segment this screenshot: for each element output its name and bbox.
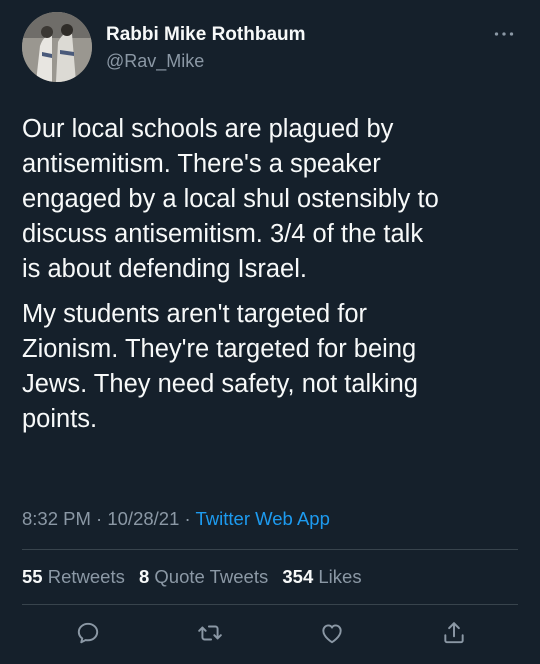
tweet-paragraph: Our local schools are plagued by antisem… [22,115,439,283]
tweet-stats: 55 Retweets 8 Quote Tweets 354 Likes [22,566,362,588]
author-handle[interactable]: @Rav_Mike [106,51,204,72]
meta-separator: · [96,508,103,529]
likes-stat[interactable]: 354 Likes [282,566,361,587]
more-dots-icon [494,32,514,36]
reply-icon [77,622,99,644]
more-options-button[interactable] [488,22,520,46]
tweet-paragraph: My students aren't targeted for Zionism.… [22,300,418,433]
tweet-source-link[interactable]: Twitter Web App [196,508,330,529]
quotes-label: Quote Tweets [154,566,269,587]
retweets-count: 55 [22,566,43,587]
avatar[interactable] [22,12,92,82]
action-bar [0,615,540,655]
tweet-date[interactable]: 10/28/21 [107,508,179,529]
meta-separator: · [184,508,191,529]
likes-count: 354 [282,566,314,587]
tweet-text: Our local schools are plagued by antisem… [22,112,522,447]
tweet-meta: 8:32 PM · 10/28/21 · Twitter Web App [22,508,330,530]
retweet-icon [198,625,222,641]
tweet-time[interactable]: 8:32 PM [22,508,91,529]
divider [22,604,518,605]
share-button[interactable] [436,615,472,651]
divider [22,549,518,550]
quotes-count: 8 [138,566,150,587]
like-button[interactable] [314,615,350,651]
reply-button[interactable] [70,615,106,651]
likes-label: Likes [318,566,362,587]
share-icon [444,622,464,644]
author-display-name[interactable]: Rabbi Mike Rothbaum [106,24,306,46]
profile-photo [22,12,92,82]
quote-tweets-stat[interactable]: 8 Quote Tweets [139,566,268,587]
retweets-stat[interactable]: 55 Retweets [22,566,125,587]
retweet-button[interactable] [192,615,228,651]
retweets-label: Retweets [47,566,125,587]
like-icon [322,624,342,644]
tweet-detail: Rabbi Mike Rothbaum @Rav_Mike Our local … [0,0,540,664]
